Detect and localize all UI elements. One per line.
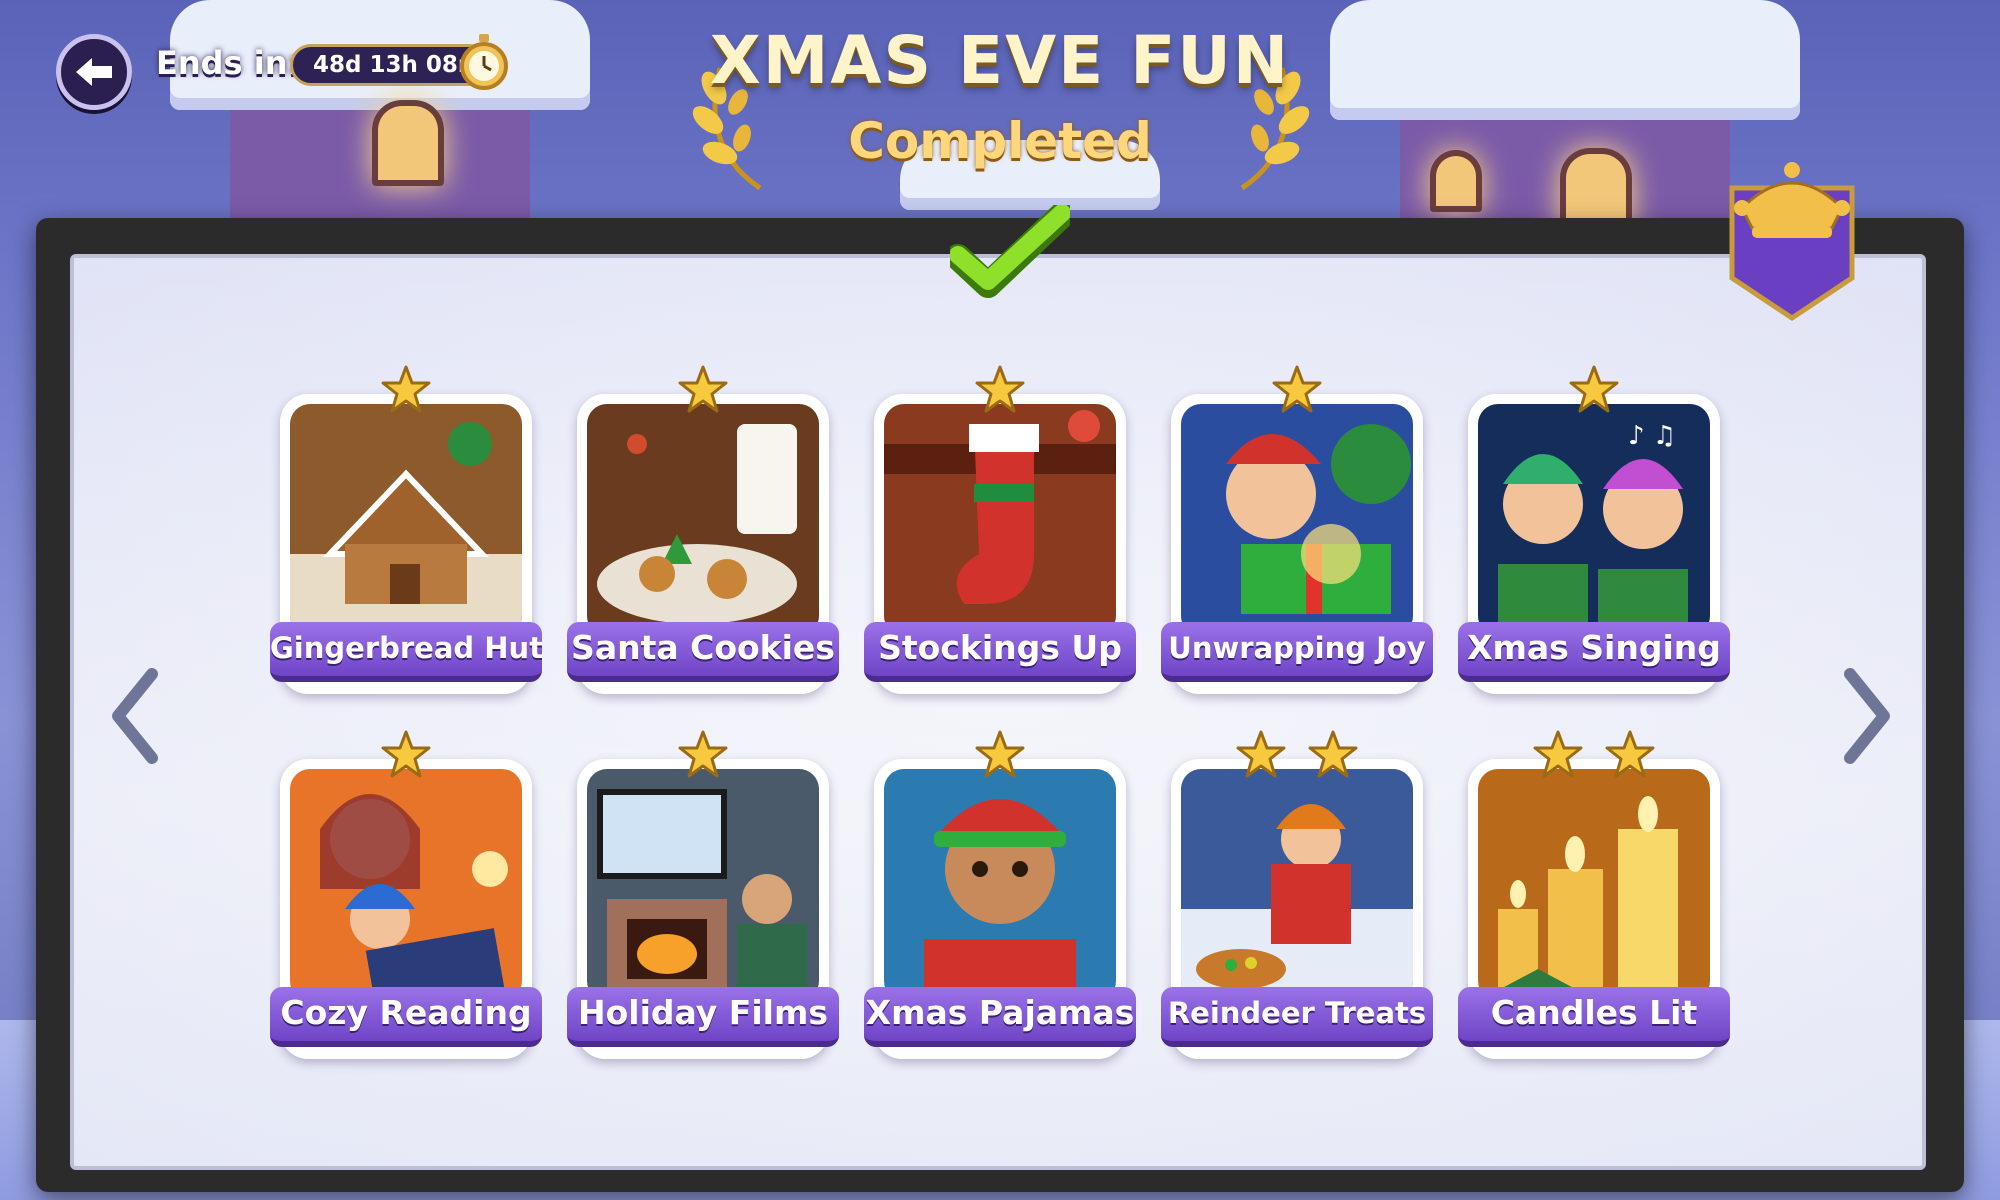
album-card[interactable]: Xmas Pajamas — [864, 730, 1136, 1069]
card-illustration — [884, 769, 1116, 1001]
album-card[interactable]: Cozy Reading — [270, 730, 542, 1069]
album-card[interactable]: Candles Lit — [1458, 730, 1730, 1069]
star-icon — [1568, 364, 1620, 416]
jester-hat-banner-icon[interactable] — [1712, 148, 1872, 328]
star-icon — [1271, 364, 1323, 416]
album-card[interactable]: Reindeer Treats — [1161, 730, 1433, 1069]
star-icon — [1307, 729, 1359, 781]
card-illustration — [587, 769, 819, 1001]
album-card[interactable]: Stockings Up — [864, 365, 1136, 704]
card-label: Unwrapping Joy — [1161, 622, 1433, 682]
card-illustration — [1478, 769, 1710, 1001]
next-page-arrow-icon[interactable] — [1836, 666, 1896, 766]
star-icon — [677, 364, 729, 416]
album-card[interactable]: Unwrapping Joy — [1161, 365, 1433, 704]
album-card[interactable]: ♪ ♫ Xmas Singing — [1458, 365, 1730, 704]
previous-page-arrow-icon[interactable] — [106, 666, 166, 766]
card-illustration: ♪ ♫ — [1478, 404, 1710, 636]
album-card[interactable]: Santa Cookies — [567, 365, 839, 704]
star-icon — [380, 364, 432, 416]
star-icon — [380, 729, 432, 781]
card-illustration — [884, 404, 1116, 636]
album-card[interactable]: Holiday Films — [567, 730, 839, 1069]
card-illustration — [290, 769, 522, 1001]
card-label: Xmas Singing — [1458, 622, 1730, 682]
album-card[interactable]: Gingerbread Hut — [270, 365, 542, 704]
card-label: Stockings Up — [864, 622, 1136, 682]
card-label: Cozy Reading — [270, 987, 542, 1047]
card-illustration — [1181, 769, 1413, 1001]
star-icon — [974, 364, 1026, 416]
card-illustration — [290, 404, 522, 636]
card-illustration — [1181, 404, 1413, 636]
card-label: Candles Lit — [1458, 987, 1730, 1047]
card-label: Gingerbread Hut — [270, 622, 542, 682]
star-icon — [1532, 729, 1584, 781]
star-icon — [1604, 729, 1656, 781]
star-icon — [677, 729, 729, 781]
star-icon — [1235, 729, 1287, 781]
card-label: Santa Cookies — [567, 622, 839, 682]
card-label: Holiday Films — [567, 987, 839, 1047]
card-label: Reindeer Treats — [1161, 987, 1433, 1047]
card-illustration — [587, 404, 819, 636]
card-label: Xmas Pajamas — [864, 987, 1136, 1047]
event-title: XMAS EVE FUN — [709, 22, 1291, 99]
checkmark-icon — [950, 205, 1070, 298]
completed-status: Completed — [848, 112, 1152, 170]
svg-text:♪ ♫: ♪ ♫ — [1628, 421, 1676, 451]
star-icon — [974, 729, 1026, 781]
